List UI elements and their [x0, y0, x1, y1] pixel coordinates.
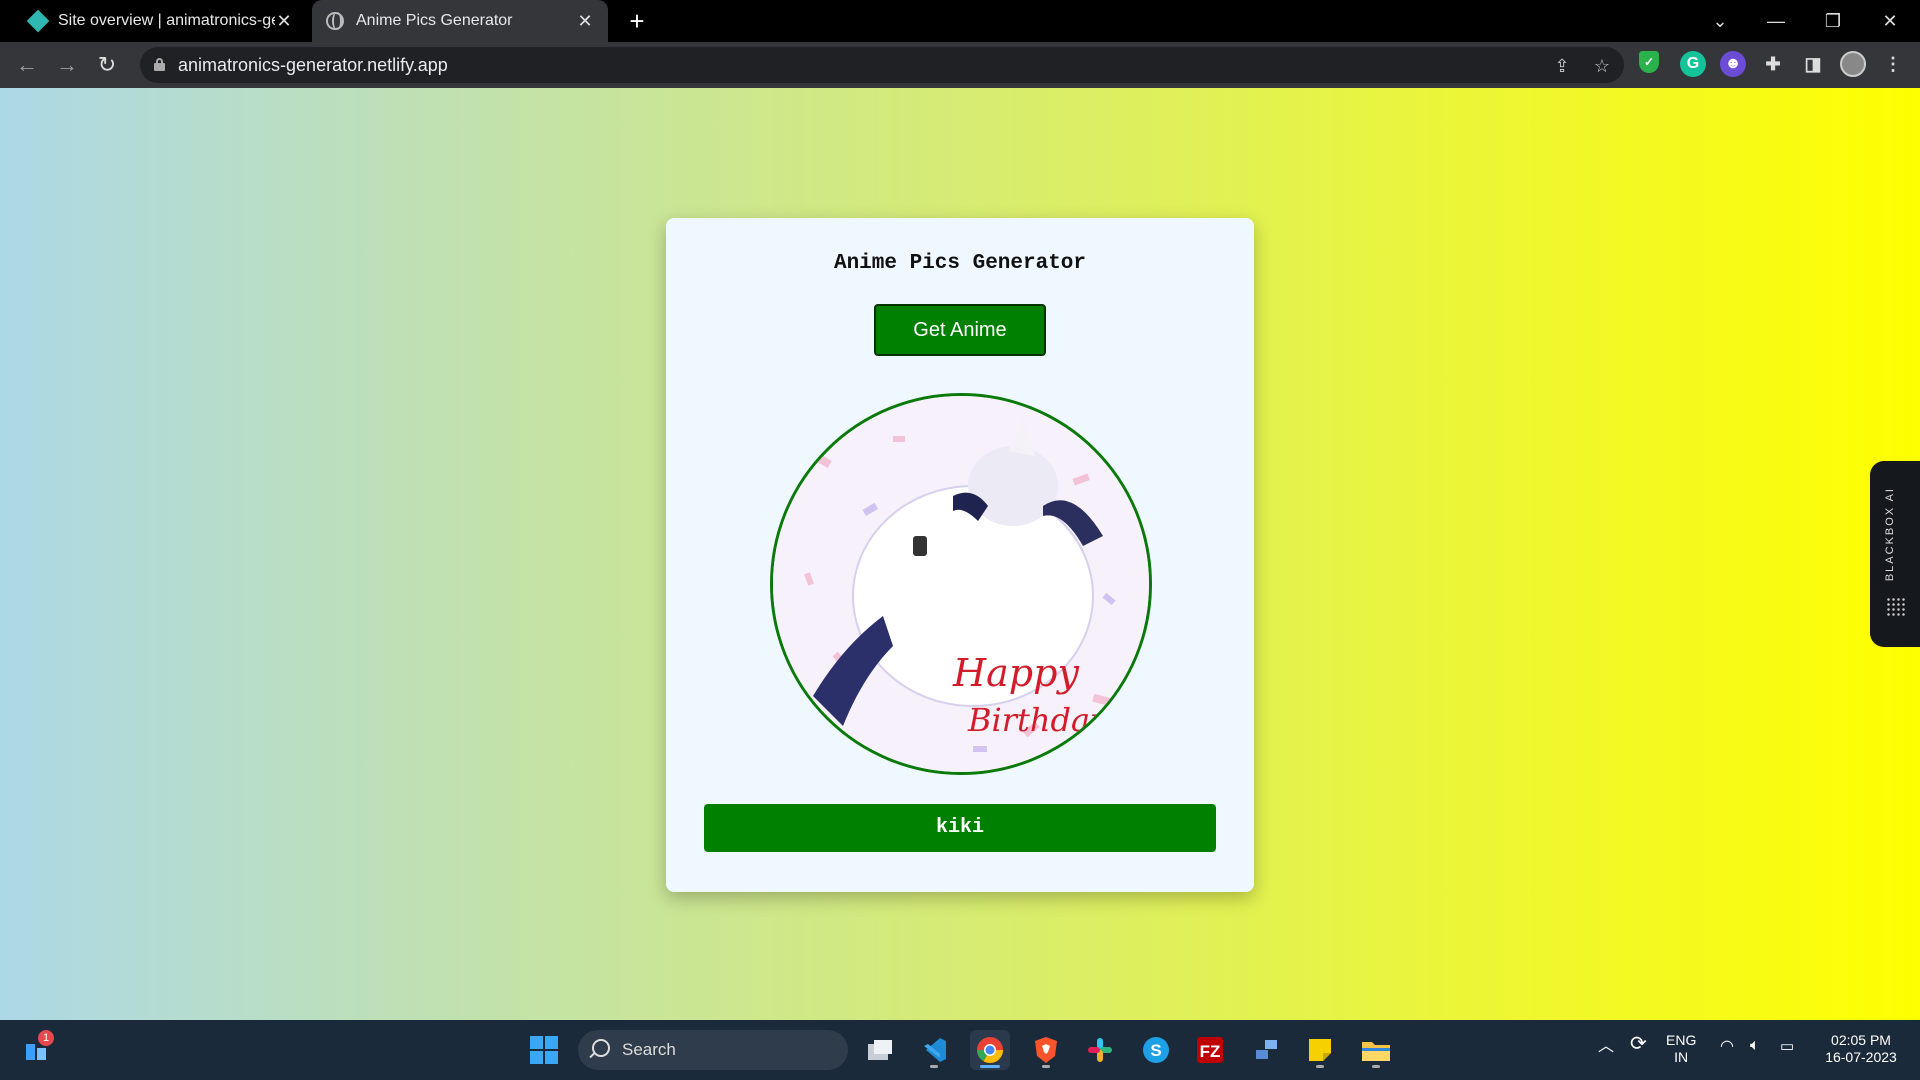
windows-taskbar: 1 Search S FZ ︿ ⟳ ENG IN ◠ 🔈︎ ▭ 02:05 PM… [0, 1020, 1920, 1080]
extensions-puzzle-icon[interactable]: ✚ [1760, 51, 1786, 77]
minimize-button[interactable]: — [1748, 0, 1804, 42]
grammarly-icon[interactable]: G [1680, 51, 1706, 77]
bookmark-star-icon[interactable]: ☆ [1590, 54, 1614, 78]
browser-toolbar: ← → ↻ animatronics-generator.netlify.app… [0, 42, 1920, 88]
tab-search-icon[interactable]: ⌄ [1692, 0, 1748, 42]
svg-text:FZ: FZ [1200, 1042, 1221, 1061]
show-hidden-icons-chevron-icon[interactable]: ︿ [1598, 1038, 1614, 1055]
wifi-icon[interactable]: ◠ [1720, 1038, 1734, 1055]
language-indicator[interactable]: ENG IN [1666, 1032, 1696, 1066]
svg-text:Birthday: Birthday [967, 701, 1109, 739]
file-explorer-icon[interactable] [1356, 1030, 1396, 1070]
clock[interactable]: 02:05 PM 16-07-2023 [1816, 1032, 1906, 1066]
windows-logo [530, 1036, 558, 1064]
tab-strip: Site overview | animatronics-gen ✕ Anime… [0, 0, 1920, 42]
close-tab-icon[interactable]: ✕ [275, 11, 293, 32]
get-anime-button[interactable]: Get Anime [874, 304, 1046, 356]
forward-icon[interactable]: → [52, 50, 82, 80]
share-icon[interactable]: ⇪ [1550, 54, 1574, 78]
new-tab-button[interactable]: + [622, 6, 652, 36]
brave-icon[interactable] [1026, 1030, 1066, 1070]
url-text[interactable]: animatronics-generator.netlify.app [178, 55, 448, 76]
lock-icon[interactable] [154, 58, 165, 71]
region-code: IN [1674, 1049, 1689, 1065]
svg-text:S: S [1150, 1041, 1161, 1060]
anime-name-label: kiki [704, 804, 1216, 852]
network-app-icon[interactable] [1246, 1030, 1286, 1070]
blackbox-ai-widget[interactable]: BLACKBOX AI [1870, 461, 1920, 647]
profile-avatar[interactable] [1840, 51, 1866, 77]
filezilla-icon[interactable]: FZ [1190, 1030, 1230, 1070]
reload-icon[interactable]: ↻ [92, 50, 122, 80]
shield-extension-icon[interactable]: ✓ [1639, 51, 1659, 73]
tab-anime-pics[interactable]: Anime Pics Generator ✕ [312, 0, 608, 42]
sync-icon[interactable]: ⟳ [1630, 1034, 1647, 1054]
search-icon [592, 1039, 610, 1057]
tab-title: Site overview | animatronics-gen [58, 12, 275, 29]
language-code: ENG [1666, 1032, 1697, 1048]
taskbar-search[interactable]: Search [578, 1030, 848, 1070]
restore-button[interactable]: ❐ [1805, 0, 1861, 42]
back-icon[interactable]: ← [12, 50, 42, 80]
slack-icon[interactable] [1080, 1030, 1120, 1070]
close-tab-icon[interactable]: ✕ [576, 11, 594, 32]
anime-illustration: Happy Birthday [773, 396, 1149, 772]
tab-title: Anime Pics Generator [356, 12, 513, 29]
address-bar[interactable]: animatronics-generator.netlify.app ⇪ ☆ [140, 47, 1624, 83]
globe-icon [326, 12, 344, 30]
page-title: Anime Pics Generator [833, 252, 1087, 275]
side-panel-icon[interactable]: ◨ [1800, 51, 1826, 77]
page-viewport: Anime Pics Generator Get Anime Happy Bir… [0, 88, 1920, 1020]
start-windows-icon[interactable] [524, 1030, 564, 1070]
tab-site-overview[interactable]: Site overview | animatronics-gen ✕ [12, 0, 307, 42]
menu-kebab-icon[interactable]: ⋮ [1880, 51, 1906, 77]
notification-badge: 1 [38, 1030, 54, 1046]
vscode-icon[interactable] [914, 1030, 954, 1070]
generator-card: Anime Pics Generator Get Anime Happy Bir… [666, 218, 1254, 892]
svg-text:Happy: Happy [952, 651, 1079, 695]
extension-purple-icon[interactable]: ☻ [1720, 51, 1746, 77]
widgets-icon[interactable]: 1 [16, 1030, 56, 1070]
search-placeholder: Search [622, 1040, 676, 1059]
close-window-button[interactable]: ✕ [1862, 0, 1918, 42]
anime-image: Happy Birthday [770, 393, 1152, 775]
blackbox-logo-icon [1886, 597, 1906, 617]
netlify-diamond-icon [26, 9, 50, 33]
skype-icon[interactable]: S [1136, 1030, 1176, 1070]
battery-icon[interactable]: ▭ [1780, 1038, 1794, 1055]
blackbox-label: BLACKBOX AI [1884, 487, 1896, 582]
task-view-icon[interactable] [860, 1030, 900, 1070]
clock-time: 02:05 PM [1831, 1032, 1891, 1048]
clock-date: 16-07-2023 [1825, 1049, 1897, 1065]
volume-icon[interactable]: 🔈︎ [1750, 1037, 1760, 1054]
chrome-icon[interactable] [970, 1030, 1010, 1070]
sticky-notes-icon[interactable] [1300, 1030, 1340, 1070]
